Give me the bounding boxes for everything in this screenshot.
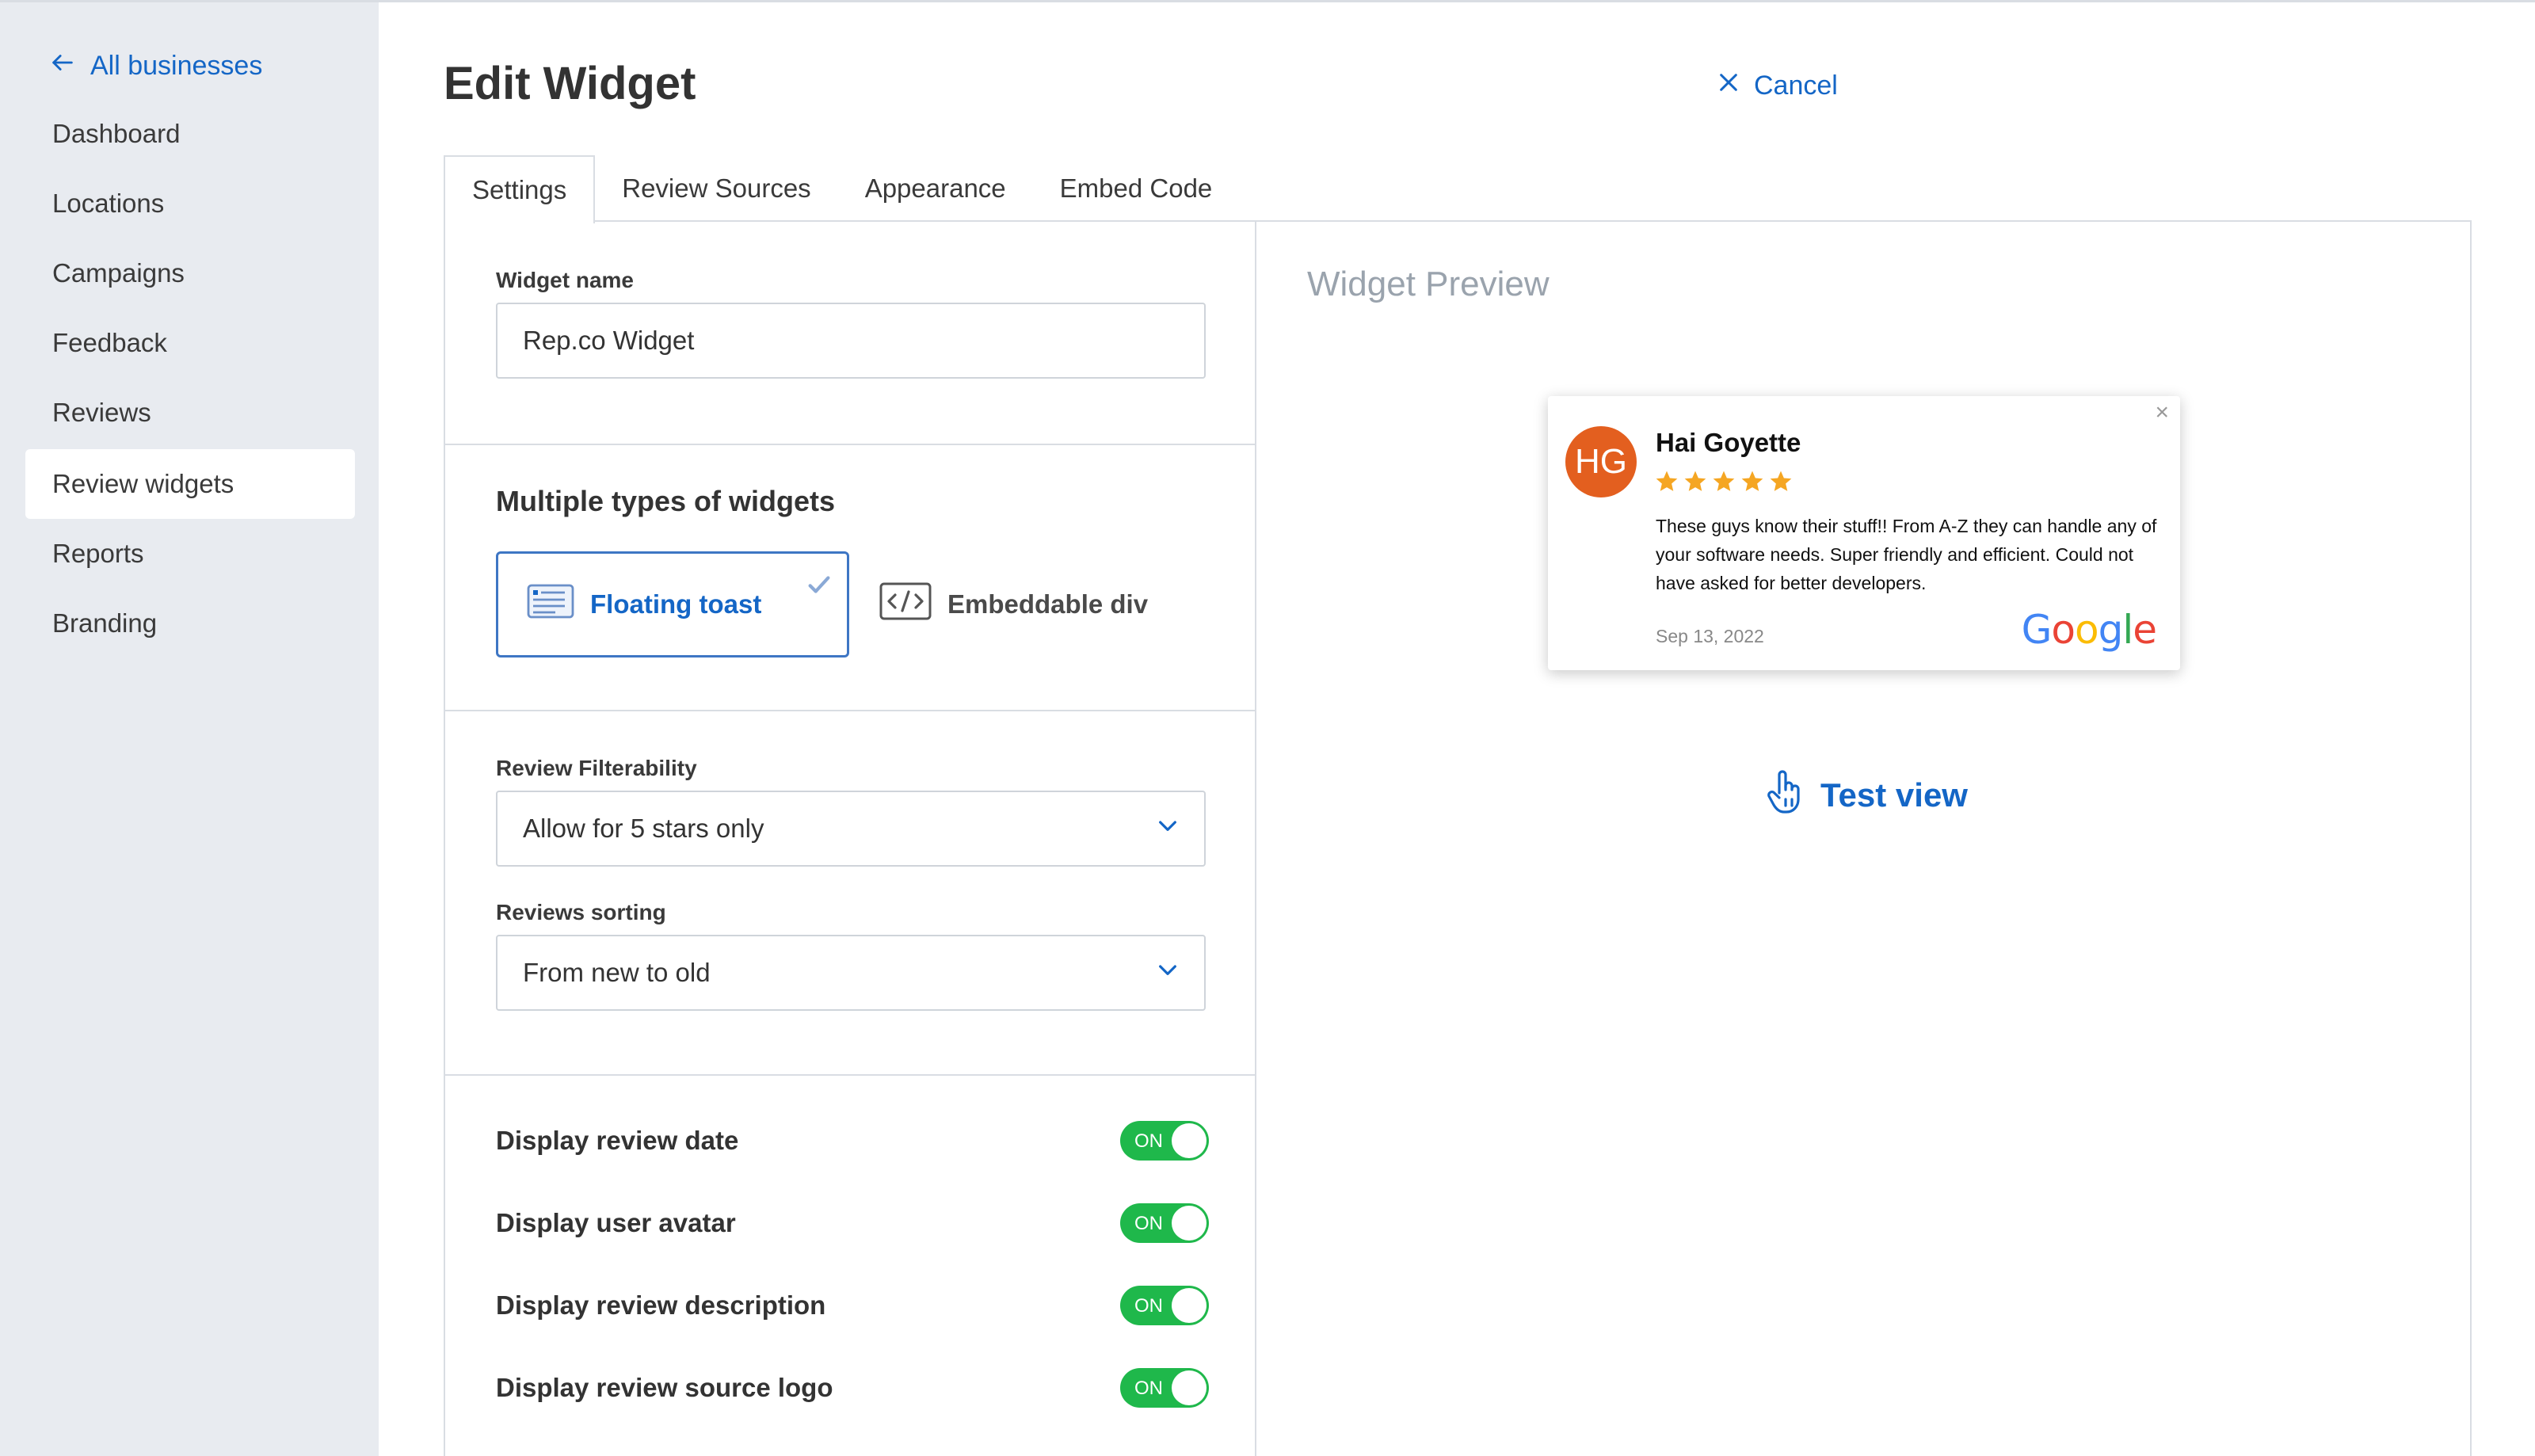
embeddable-div-option[interactable]: Embeddable div [879, 551, 1196, 657]
review-filterability-value: Allow for 5 stars only [523, 814, 764, 843]
review-text: These guys know their stuff!! From A-Z t… [1656, 516, 2157, 593]
sidebar-item-locations[interactable]: Locations [25, 169, 355, 238]
review-toast-preview: × HG Hai Goyette These guys know their s… [1548, 396, 2180, 670]
reviewer-name: Hai Goyette [1656, 428, 1801, 457]
logo-letter: g [2098, 607, 2124, 653]
star-icon [1713, 471, 1735, 491]
display-review-date-toggle[interactable]: ON [1120, 1121, 1209, 1161]
display-review-source-logo-row: Display review source logo ON [496, 1366, 1209, 1410]
checkmark-icon [806, 571, 833, 598]
tab-review-sources[interactable]: Review Sources [595, 155, 837, 222]
widget-types-section: Multiple types of widgets Floating toast… [445, 445, 1255, 711]
test-view-label: Test view [1820, 776, 1968, 814]
reviews-sorting-select[interactable]: From new to old [496, 935, 1206, 1011]
display-user-avatar-toggle[interactable]: ON [1120, 1203, 1209, 1243]
close-icon[interactable]: × [2155, 399, 2169, 426]
display-review-source-logo-label: Display review source logo [496, 1373, 833, 1402]
toast-layout-icon [527, 582, 574, 627]
toggle-knob [1172, 1288, 1207, 1323]
review-filterability-label: Review Filterability [496, 756, 697, 780]
tab-appearance[interactable]: Appearance [838, 155, 1033, 222]
arrow-left-icon [49, 49, 76, 83]
code-icon [879, 582, 932, 627]
pointer-hand-icon [1765, 768, 1806, 823]
sidebar-item-review-widgets[interactable]: Review widgets [25, 449, 355, 519]
settings-panel: Widget name Multiple types of widgets Fl… [444, 220, 2472, 1456]
toggle-knob [1172, 1206, 1207, 1241]
page-title: Edit Widget [444, 58, 696, 109]
star-icon [1656, 471, 1678, 491]
tab-settings[interactable]: Settings [444, 155, 596, 223]
sidebar-item-feedback[interactable]: Feedback [25, 308, 355, 378]
sidebar-item-label: Locations [52, 189, 165, 218]
floating-toast-option[interactable]: Floating toast [496, 551, 849, 657]
widget-types-title: Multiple types of widgets [496, 485, 836, 517]
display-review-description-toggle[interactable]: ON [1120, 1286, 1209, 1325]
sidebar-item-label: Dashboard [52, 119, 181, 148]
display-review-date-label: Display review date [496, 1126, 739, 1155]
logo-letter: l [2122, 607, 2133, 653]
chevron-down-icon [1155, 957, 1180, 989]
sidebar-item-label: Feedback [52, 328, 167, 357]
star-icon [1684, 471, 1706, 491]
chevron-down-icon [1155, 813, 1180, 844]
toggle-state: ON [1134, 1130, 1163, 1152]
logo-letter: e [2133, 607, 2157, 653]
sidebar-item-branding[interactable]: Branding [25, 589, 355, 658]
display-user-avatar-row: Display user avatar ON [496, 1201, 1209, 1245]
toggle-state: ON [1134, 1295, 1163, 1317]
cancel-button[interactable]: Cancel [1716, 68, 1838, 103]
sidebar-item-campaigns[interactable]: Campaigns [25, 238, 355, 308]
sidebar-item-label: Review widgets [52, 469, 234, 498]
widget-name-input[interactable] [496, 303, 1206, 379]
embeddable-div-label: Embeddable div [947, 589, 1149, 619]
widget-preview-title: Widget Preview [1307, 265, 1550, 303]
test-view-button[interactable]: Test view [1765, 770, 1968, 821]
all-businesses-label: All businesses [90, 50, 263, 81]
sidebar-item-label: Campaigns [52, 258, 185, 288]
floating-toast-label: Floating toast [590, 589, 762, 619]
display-review-description-row: Display review description ON [496, 1283, 1209, 1328]
top-border [0, 0, 2535, 2]
display-review-description-label: Display review description [496, 1290, 826, 1320]
widget-name-label: Widget name [496, 268, 634, 292]
sidebar-item-dashboard[interactable]: Dashboard [25, 99, 355, 169]
review-date: Sep 13, 2022 [1656, 626, 1764, 646]
reviews-sorting-label: Reviews sorting [496, 900, 666, 924]
sidebar-item-reports[interactable]: Reports [25, 519, 355, 589]
reviews-sorting-value: From new to old [523, 958, 711, 987]
google-logo: Google [2021, 607, 2157, 653]
tab-embed-code[interactable]: Embed Code [1033, 155, 1240, 222]
star-icon [1770, 471, 1792, 491]
widget-name-section: Widget name [445, 222, 1255, 445]
cancel-label: Cancel [1754, 70, 1838, 101]
display-review-source-logo-toggle[interactable]: ON [1120, 1368, 1209, 1408]
logo-letter: o [2051, 607, 2076, 653]
sidebar-item-label: Reports [52, 539, 144, 568]
toggle-knob [1172, 1370, 1207, 1405]
toggle-knob [1172, 1123, 1207, 1158]
star-icon [1741, 471, 1763, 491]
display-user-avatar-label: Display user avatar [496, 1208, 736, 1237]
star-rating [1654, 469, 1794, 494]
settings-form: Widget name Multiple types of widgets Fl… [445, 222, 1256, 1456]
toggle-state: ON [1134, 1378, 1163, 1399]
sidebar-item-label: Reviews [52, 398, 151, 427]
logo-letter: o [2074, 607, 2099, 653]
filter-section: Review Filterability Allow for 5 stars o… [445, 711, 1255, 1076]
avatar: HG [1565, 426, 1637, 497]
sidebar: All businesses Dashboard Locations Campa… [0, 2, 379, 1456]
close-icon [1716, 70, 1741, 102]
logo-letter: G [2021, 607, 2053, 653]
toggle-state: ON [1134, 1213, 1163, 1234]
tab-bar: Settings Review Sources Appearance Embed… [444, 155, 1240, 223]
sidebar-item-label: Branding [52, 608, 158, 638]
sidebar-item-reviews[interactable]: Reviews [25, 378, 355, 448]
display-review-date-row: Display review date ON [496, 1119, 1209, 1163]
review-filterability-select[interactable]: Allow for 5 stars only [496, 791, 1206, 867]
all-businesses-link[interactable]: All businesses [49, 47, 262, 85]
